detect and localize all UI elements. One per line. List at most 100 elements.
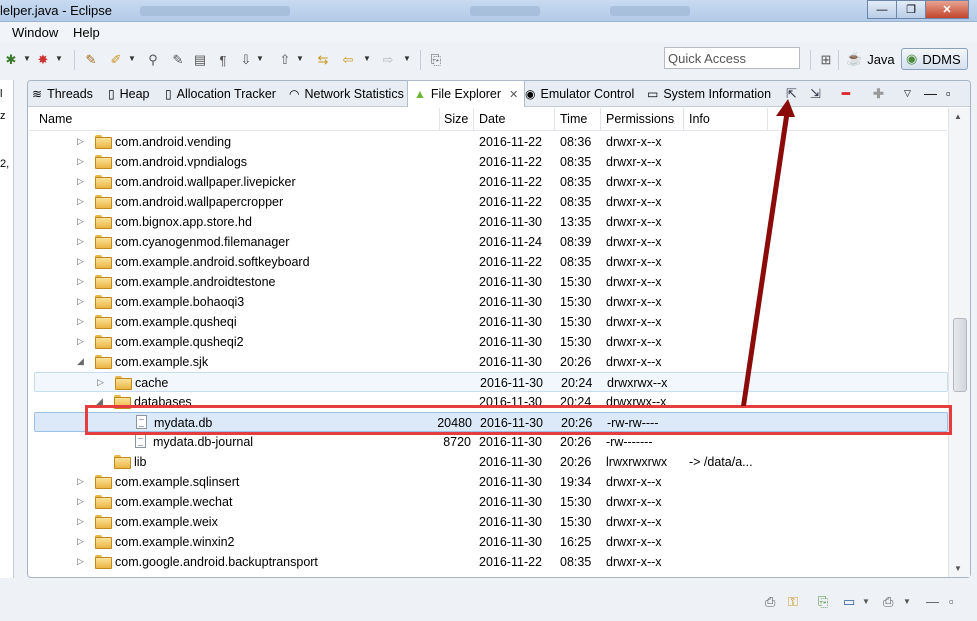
collapsed-twisty-icon[interactable]: ▷ (77, 176, 84, 187)
prev-annotation-icon[interactable]: ⇧ (277, 52, 293, 68)
collapsed-twisty-icon[interactable]: ▷ (77, 276, 84, 287)
pin-icon[interactable]: ⎙ (883, 594, 893, 610)
annotation-icon[interactable]: ⚲ (145, 52, 161, 68)
next-annotation-icon[interactable]: ⇩ (238, 52, 254, 68)
view-menu-icon[interactable]: ▽ (904, 88, 911, 99)
tab-heap[interactable]: ▯ Heap (108, 81, 150, 107)
menu-help[interactable]: Help (73, 25, 100, 40)
open-perspective-icon[interactable]: ⊞ (818, 52, 834, 68)
table-row[interactable]: ▷ com.example.winxin2 2016-11-30 16:25 drwxr… (29, 532, 947, 552)
chevron-down-icon[interactable]: ▼ (256, 54, 264, 63)
forward-icon[interactable]: ⇨ (380, 52, 396, 68)
table-row[interactable]: ▷ com.example.androidtestone 2016-11-30 15:… (29, 272, 947, 292)
menu-window[interactable]: Window (12, 25, 58, 40)
collapsed-twisty-icon[interactable]: ▷ (77, 256, 84, 267)
table-row[interactable]: ▷ com.android.vpndialogs 2016-11-22 08:35 dr… (29, 152, 947, 172)
collapsed-twisty-icon[interactable]: ▷ (77, 336, 84, 347)
scroll-up-icon[interactable]: ▲ (954, 112, 962, 121)
column-divider[interactable] (600, 108, 601, 131)
minimize-view-icon[interactable]: — (926, 594, 939, 609)
collapsed-twisty-icon[interactable]: ▷ (77, 196, 84, 207)
tab-system-information[interactable]: ▭ System Information (647, 81, 771, 107)
delete-icon[interactable]: ━ (842, 86, 850, 102)
ddms-perspective-button[interactable]: ◉ DDMS (901, 48, 968, 70)
table-row[interactable]: ▷ com.android.vending 2016-11-22 08:36 drwxr… (29, 132, 947, 152)
column-permissions[interactable]: Permissions (606, 112, 674, 126)
collapsed-twisty-icon[interactable]: ▷ (77, 216, 84, 227)
last-edit-icon[interactable]: ⇆ (315, 52, 331, 68)
vertical-scrollbar[interactable]: ▲ ▼ (948, 108, 970, 577)
chevron-down-icon[interactable]: ▼ (903, 597, 911, 606)
display-icon[interactable]: ▭ (843, 594, 855, 610)
collapsed-twisty-icon[interactable]: ▷ (77, 296, 84, 307)
scrollbar-thumb[interactable] (953, 318, 967, 392)
table-row[interactable]: ▷ com.example.qusheqi 2016-11-30 15:30 drwxr… (29, 312, 947, 332)
quick-access-input[interactable]: Quick Access (664, 47, 800, 69)
minimize-button[interactable]: — (867, 0, 897, 19)
chevron-down-icon[interactable]: ▼ (363, 54, 371, 63)
collapsed-twisty-icon[interactable]: ▷ (77, 316, 84, 327)
column-divider[interactable] (439, 108, 440, 131)
collapsed-twisty-icon[interactable]: ▷ (77, 496, 84, 507)
close-tab-icon[interactable]: ✕ (509, 88, 518, 101)
column-info[interactable]: Info (689, 112, 710, 126)
column-name[interactable]: Name (39, 112, 72, 126)
table-row[interactable]: ◢ com.example.sjk 2016-11-30 20:26 drwxr-x--… (29, 352, 947, 372)
table-row[interactable]: ▷ com.android.wallpaper.livepicker 2016-11… (29, 172, 947, 192)
collapsed-twisty-icon[interactable]: ▷ (77, 236, 84, 247)
block-icon[interactable]: ▤ (192, 52, 208, 68)
column-time[interactable]: Time (560, 112, 587, 126)
column-divider[interactable] (767, 108, 768, 131)
table-row[interactable]: ▷ com.example.wechat 2016-11-30 15:30 drwxr-… (29, 492, 947, 512)
collapsed-twisty-icon[interactable]: ▷ (77, 516, 84, 527)
collapsed-twisty-icon[interactable]: ▷ (77, 556, 84, 567)
maximize-view-icon[interactable]: ▫ (949, 594, 954, 609)
paragraph-icon[interactable]: ¶ (215, 52, 231, 68)
chevron-down-icon[interactable]: ▼ (23, 54, 31, 63)
open-console-icon[interactable]: ⎘ (818, 594, 828, 610)
collapsed-twisty-icon[interactable]: ▷ (77, 136, 84, 147)
column-date[interactable]: Date (479, 112, 505, 126)
tab-file-explorer[interactable]: ▲ File Explorer ✕ (407, 80, 526, 107)
push-file-icon[interactable]: ⇲ (810, 86, 821, 102)
table-row[interactable]: ▷ com.example.qusheqi2 2016-11-30 15:30 drwx… (29, 332, 947, 352)
chevron-down-icon[interactable]: ▼ (55, 54, 63, 63)
table-row[interactable]: ▷ com.example.bohaoqi3 2016-11-30 15:30 drwx… (29, 292, 947, 312)
pull-file-icon[interactable]: ⇱ (786, 86, 797, 102)
expanded-twisty-icon[interactable]: ◢ (77, 356, 84, 367)
tab-allocation-tracker[interactable]: ▯ Allocation Tracker (165, 81, 276, 107)
lock-icon[interactable]: ⚿ (788, 594, 798, 610)
close-button[interactable]: ✕ (925, 0, 969, 19)
open-type-icon[interactable]: ✎ (83, 52, 99, 68)
pen-icon[interactable]: ✎ (170, 52, 186, 68)
collapsed-twisty-icon[interactable]: ▷ (77, 536, 84, 547)
search-icon[interactable]: ✐ (108, 52, 124, 68)
maximize-view-icon[interactable]: ▫ (946, 86, 951, 101)
run-icon[interactable]: ✸ (35, 52, 51, 68)
chevron-down-icon[interactable]: ▼ (296, 54, 304, 63)
table-row[interactable]: ▷ cache 2016-11-30 20:24 drwxrwx--x (34, 372, 948, 392)
table-row[interactable]: ▷ com.google.android.backuptransport 2016-… (29, 552, 947, 572)
table-row[interactable]: ▷ com.example.android.softkeyboard 2016-11… (29, 252, 947, 272)
collapsed-twisty-icon[interactable]: ▷ (77, 476, 84, 487)
column-size[interactable]: Size (444, 112, 468, 126)
new-folder-icon[interactable]: ✚ (873, 86, 884, 102)
column-divider[interactable] (554, 108, 555, 131)
minimize-view-icon[interactable]: — (924, 86, 937, 101)
column-divider[interactable] (473, 108, 474, 131)
chevron-down-icon[interactable]: ▼ (128, 54, 136, 63)
chevron-down-icon[interactable]: ▼ (862, 597, 870, 606)
table-row[interactable]: ▷ com.android.wallpapercropper 2016-11-22 0… (29, 192, 947, 212)
pin-editor-icon[interactable]: ⎘ (428, 52, 444, 68)
tab-threads[interactable]: ≋ Threads (32, 81, 93, 107)
back-icon[interactable]: ⇦ (340, 52, 356, 68)
collapsed-twisty-icon[interactable]: ▷ (97, 377, 104, 388)
maximize-button[interactable]: ❐ (896, 0, 926, 19)
debug-icon[interactable]: ✱ (3, 52, 19, 68)
collapsed-twisty-icon[interactable]: ▷ (77, 156, 84, 167)
table-row[interactable]: ▷ com.bignox.app.store.hd 2016-11-30 13:35 d… (29, 212, 947, 232)
table-row[interactable]: ▷ com.example.sqlinsert 2016-11-30 19:34 drw… (29, 472, 947, 492)
column-divider[interactable] (683, 108, 684, 131)
screen-capture-icon[interactable]: ⎙ (765, 594, 775, 610)
tab-emulator-control[interactable]: ◉ Emulator Control (525, 81, 634, 107)
